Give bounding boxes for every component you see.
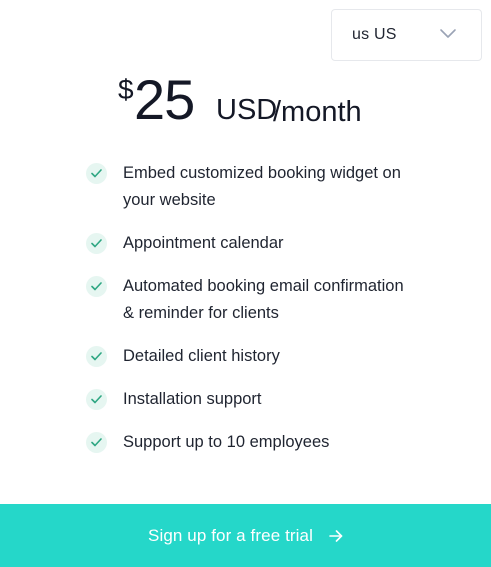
feature-item: Installation support (86, 386, 416, 413)
price-currency-symbol: $ (118, 74, 134, 105)
check-icon (86, 163, 107, 184)
pricing-panel: us US $ 25 USD /month Embed customized b… (0, 0, 491, 567)
feature-text: Embed customized booking widget on your … (123, 164, 401, 209)
price-period: /month (273, 96, 362, 128)
feature-text: Detailed client history (123, 347, 280, 365)
free-trial-button-label: Sign up for a free trial (148, 525, 313, 545)
feature-text: Appointment calendar (123, 234, 284, 252)
check-icon (86, 389, 107, 410)
feature-text: Installation support (123, 390, 262, 408)
price-currency-code: USD (216, 94, 278, 126)
feature-text: Support up to 10 employees (123, 433, 330, 451)
feature-list: Embed customized booking widget on your … (86, 160, 416, 472)
feature-item: Automated booking email confirmation & r… (86, 273, 416, 327)
check-icon (86, 346, 107, 367)
arrow-right-icon (329, 529, 343, 542)
currency-select[interactable]: us US (331, 9, 482, 61)
feature-item: Appointment calendar (86, 230, 416, 257)
check-icon (86, 276, 107, 297)
feature-item: Embed customized booking widget on your … (86, 160, 416, 214)
price-amount: 25 (134, 68, 195, 131)
check-icon (86, 432, 107, 453)
feature-item: Support up to 10 employees (86, 429, 416, 456)
free-trial-button[interactable]: Sign up for a free trial (0, 504, 491, 567)
chevron-down-icon (440, 29, 456, 38)
currency-select-value: us US (352, 26, 397, 43)
feature-text: Automated booking email confirmation & r… (123, 277, 404, 322)
check-icon (86, 233, 107, 254)
feature-item: Detailed client history (86, 343, 416, 370)
